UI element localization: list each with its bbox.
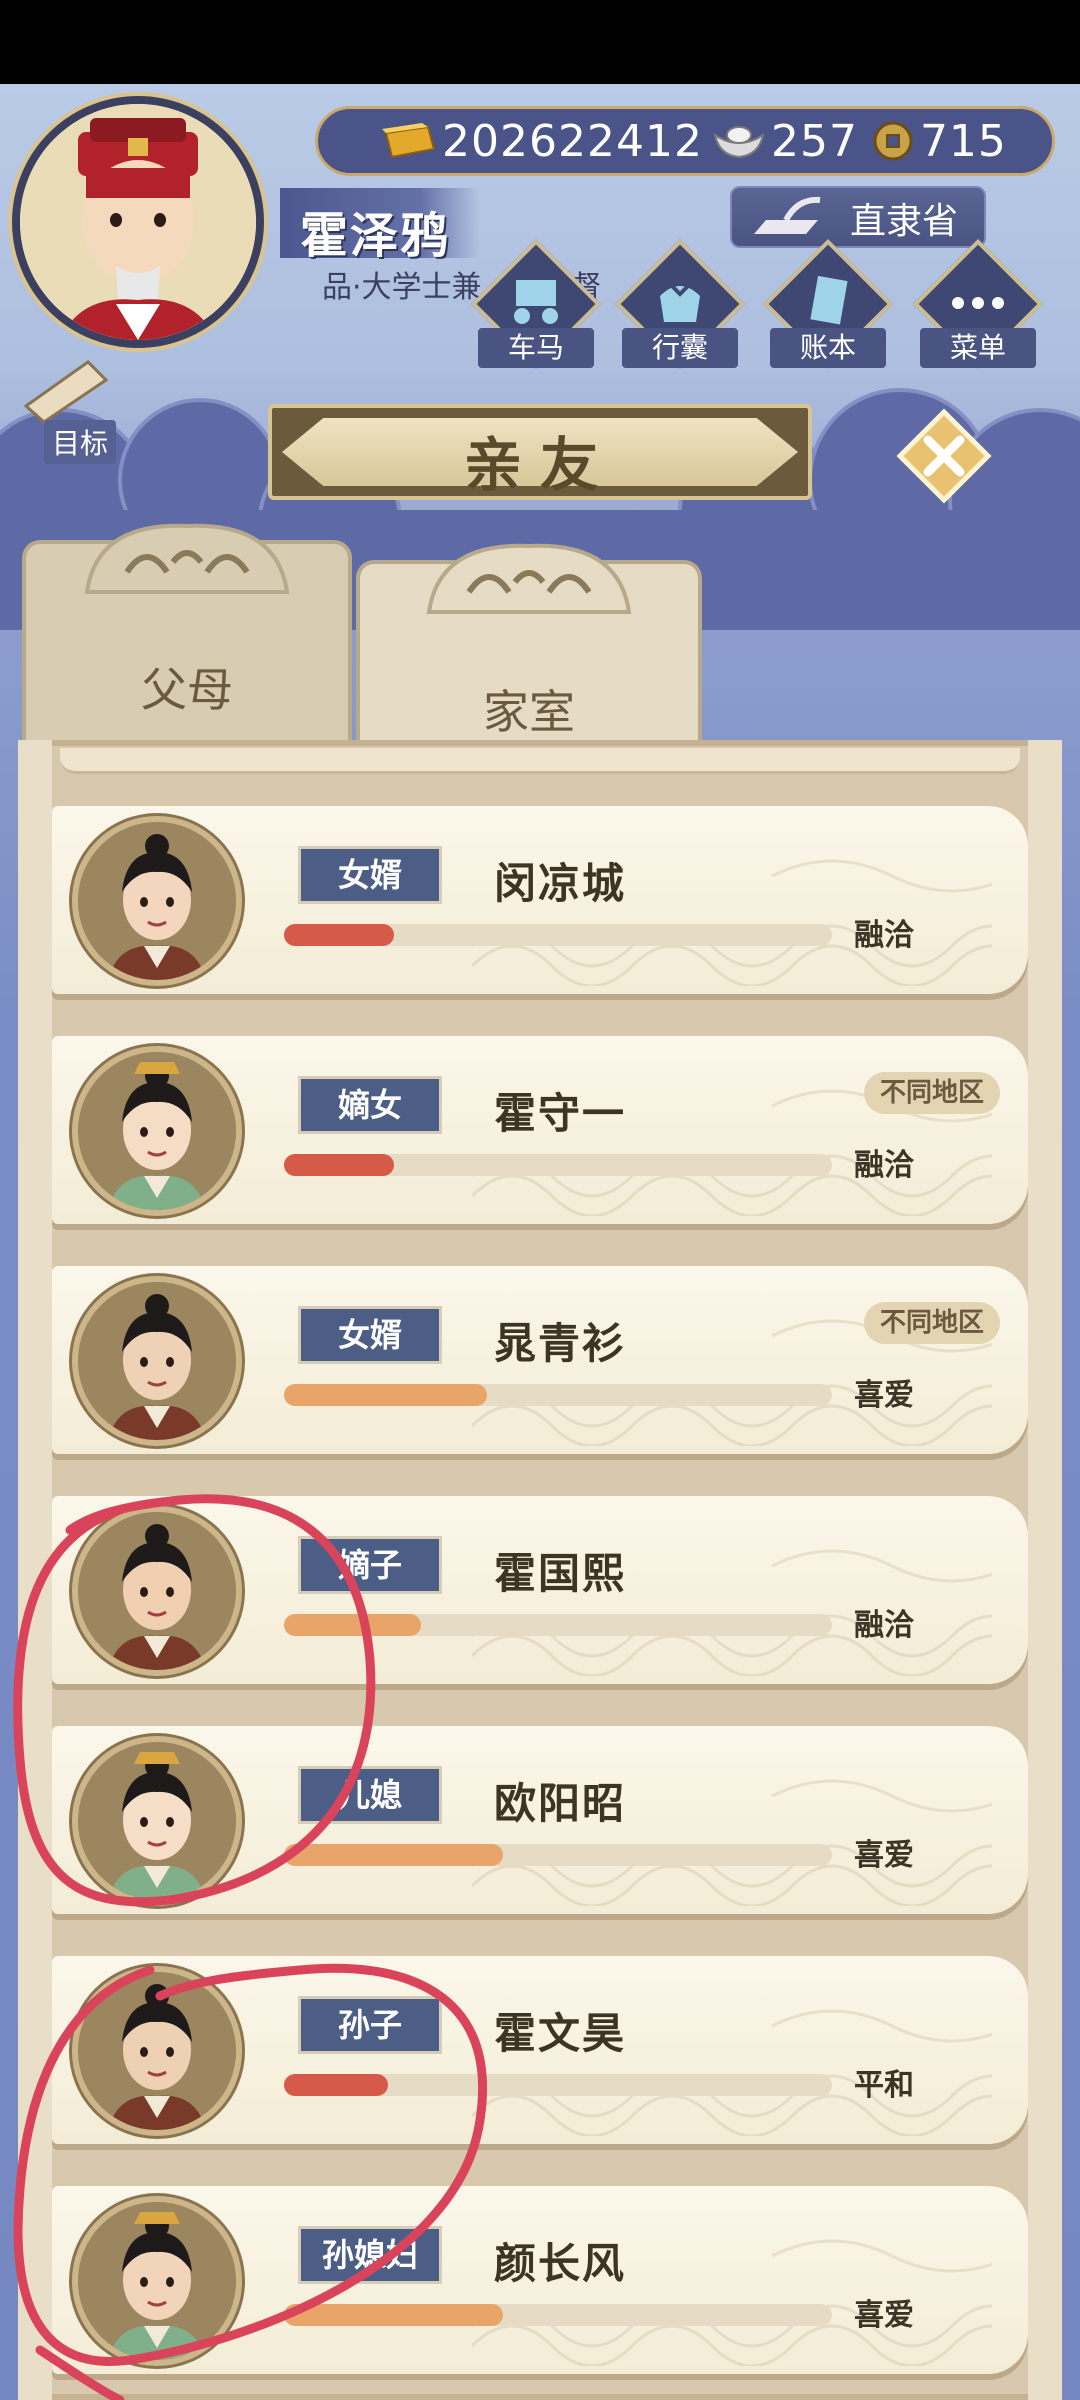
more-dots-icon [952,297,1004,309]
affection-bar [284,2304,832,2326]
relative-name: 霍文昊 [494,2009,627,2058]
list-top-edge [60,748,1020,774]
affection-bar [284,924,832,946]
inkstone-icon [754,196,821,234]
nav-menu-button[interactable]: 菜单 [912,238,1044,374]
relative-name: 欧阳昭 [494,1779,627,1828]
tab-family[interactable]: 家室 [356,543,702,760]
coin-amount: 715 [919,115,1007,167]
tab-label: 家室 [483,685,575,739]
cloud-ornament-icon [426,543,632,614]
silver-amount: 257 [770,115,858,167]
affection-bar [284,1154,832,1176]
official-portrait-icon [20,104,256,340]
gold-amount: 202622412 [442,115,703,167]
close-icon[interactable] [896,408,992,504]
relative-portrait[interactable] [72,1966,242,2136]
affection-bar [284,1844,832,1866]
bag-icon [660,282,700,322]
relationship-status: 喜爱 [854,1838,914,1873]
nav-label: 菜单 [920,328,1036,368]
nav-ledger-button[interactable]: 账本 [762,238,894,374]
affection-bar-fill [284,1384,487,1406]
nav-label: 车马 [478,328,594,368]
tab-label: 父母 [141,663,233,717]
relative-role-tag: 孙子 [298,1996,442,2054]
relative-name: 霍守一 [494,1089,627,1138]
relative-name: 闵凉城 [494,859,627,908]
relationship-status: 融洽 [854,1148,914,1183]
relative-role-tag: 嫡女 [298,1076,442,1134]
affection-bar-fill [284,2074,388,2096]
relative-card[interactable]: 儿媳 欧阳昭 喜爱 [52,1726,1028,1914]
affection-bar-fill [284,2304,503,2326]
relative-card[interactable]: 嫡子 霍国熙 融洽 [52,1496,1028,1684]
affection-bar-fill [284,924,394,946]
game-screen: 霍泽鸦 品·大学士兼…隶总督 202622412 257 715 直隶省 车马 … [0,0,1080,2400]
goal-label[interactable]: 目标 [44,420,117,464]
affection-bar [284,2074,832,2096]
male-portrait-icon [78,1972,236,2130]
player-name: 霍泽鸦 [300,208,451,264]
relative-name: 霍国熙 [494,1549,627,1598]
cloud-ornament-icon [84,523,290,594]
relative-name: 晁青衫 [494,1319,627,1368]
relative-role-tag: 女婿 [298,1306,442,1364]
relationship-status: 喜爱 [854,2298,914,2333]
male-portrait-icon [78,822,236,980]
copper-coin-icon [873,121,913,161]
relative-role-tag: 嫡子 [298,1536,442,1594]
affection-bar-fill [284,1614,421,1636]
panel-rail-left [18,740,52,2400]
page-title: 亲友 [463,431,616,499]
female-portrait-icon [78,1742,236,1900]
nav-carriage-button[interactable]: 车马 [470,238,602,374]
status-bar [0,0,1080,84]
panel-rail-right [1028,740,1062,2400]
nav-bag-button[interactable]: 行囊 [614,238,746,374]
relative-portrait[interactable] [72,1736,242,1906]
relative-portrait[interactable] [72,1276,242,1446]
affection-bar-fill [284,1844,503,1866]
female-portrait-icon [78,1052,236,1210]
tab-parents[interactable]: 父母 [22,523,352,750]
ledger-icon [810,276,848,325]
relative-role-tag: 孙媳妇 [298,2226,442,2284]
relative-portrait[interactable] [72,1046,242,1216]
region-label: 直隶省 [850,201,959,242]
relationship-status: 融洽 [854,1608,914,1643]
affection-bar [284,1384,832,1406]
relative-card[interactable]: 孙媳妇 颜长风 喜爱 [52,2186,1028,2374]
relative-portrait[interactable] [72,816,242,986]
different-region-badge: 不同地区 [864,1302,1000,1344]
silver-ingot-icon [713,126,765,159]
scroll-icon[interactable] [18,356,114,426]
female-portrait-icon [78,2202,236,2360]
relative-card[interactable]: 女婿 闵凉城 融洽 [52,806,1028,994]
nav-label: 账本 [770,328,886,368]
male-portrait-icon [78,1282,236,1440]
affection-bar-fill [284,1154,394,1176]
relative-card[interactable]: 嫡女 霍守一 不同地区 融洽 [52,1036,1028,1224]
relative-portrait[interactable] [72,2196,242,2366]
relationship-status: 平和 [854,2068,914,2103]
male-portrait-icon [78,1512,236,1670]
nav-label: 行囊 [622,328,738,368]
relationship-status: 融洽 [854,918,914,953]
different-region-badge: 不同地区 [864,1072,1000,1114]
relative-portrait[interactable] [72,1506,242,1676]
player-avatar[interactable] [12,96,264,348]
affection-bar [284,1614,832,1636]
relationship-status: 喜爱 [854,1378,914,1413]
relative-role-tag: 女婿 [298,846,442,904]
relative-card[interactable]: 女婿 晁青衫 不同地区 喜爱 [52,1266,1028,1454]
currency-bar: 202622412 257 715 [315,106,1055,176]
relative-role-tag: 儿媳 [298,1766,442,1824]
carriage-icon [514,280,558,324]
relative-name: 颜长风 [494,2239,627,2288]
relative-card[interactable]: 孙子 霍文昊 平和 [52,1956,1028,2144]
gold-ingot-icon [382,123,436,159]
